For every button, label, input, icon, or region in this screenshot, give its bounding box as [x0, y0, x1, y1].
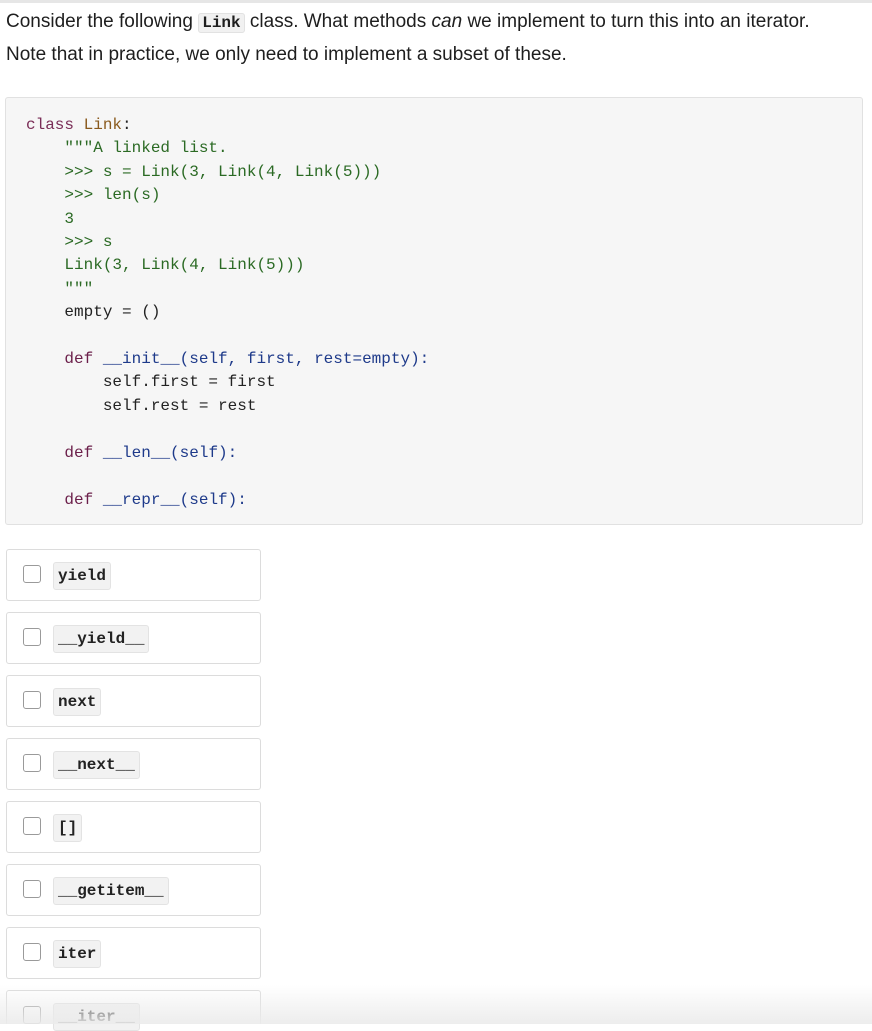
- code-docstring: >>> len(s): [26, 186, 161, 205]
- code-keyword: def: [64, 350, 94, 369]
- class-name-code: Link: [198, 13, 245, 33]
- option-next[interactable]: next: [6, 675, 261, 727]
- question-text-part: class. What methods: [244, 11, 432, 32]
- question-emphasis: can: [431, 11, 463, 32]
- checkbox[interactable]: [23, 1006, 41, 1024]
- option-label: next: [53, 688, 102, 716]
- option-label: yield: [53, 562, 112, 590]
- option-label: __iter__: [53, 1003, 140, 1031]
- option-label: __getitem__: [53, 877, 169, 905]
- option-yield[interactable]: yield: [6, 549, 261, 601]
- code-function: __len__(self):: [102, 443, 238, 462]
- question-text-part: Consider the following: [6, 11, 199, 32]
- code-listing: class Link: """A linked list. >>> s = Li…: [26, 114, 429, 512]
- option-dunder-yield[interactable]: __yield__: [6, 612, 261, 664]
- question-line-2: Note that in practice, we only need to i…: [6, 44, 567, 65]
- question-line-1: Consider the following Link class. What …: [6, 6, 868, 39]
- option-dunder-iter[interactable]: __iter__: [6, 990, 261, 1031]
- option-brackets[interactable]: []: [6, 801, 261, 853]
- checkbox[interactable]: [23, 943, 41, 961]
- code-block: class Link: """A linked list. >>> s = Li…: [5, 97, 863, 525]
- code-keyword: def: [64, 443, 94, 462]
- question-text-part: we implement to turn this into an iterat…: [462, 11, 810, 32]
- code-keyword: def: [64, 490, 94, 509]
- code-line: self.rest = rest: [26, 396, 257, 415]
- code-docstring: >>> s = Link(3, Link(4, Link(5))): [26, 162, 382, 181]
- code-docstring: 3: [26, 209, 75, 228]
- code-line: self.first = first: [26, 373, 276, 392]
- option-label: []: [53, 814, 83, 842]
- option-dunder-getitem[interactable]: __getitem__: [6, 864, 261, 916]
- code-function: __repr__(self):: [102, 490, 247, 509]
- option-label: __next__: [53, 751, 140, 779]
- option-label: iter: [53, 940, 102, 968]
- code-keyword: class: [26, 116, 75, 134]
- code-function: __init__(self, first, rest=empty):: [102, 350, 430, 369]
- option-label: __yield__: [53, 625, 150, 653]
- code-docstring: >>> s: [26, 233, 113, 252]
- code-docstring: """: [26, 279, 94, 298]
- code-line: empty = (): [26, 303, 161, 322]
- checkbox[interactable]: [23, 817, 41, 835]
- option-iter[interactable]: iter: [6, 927, 261, 979]
- code-docstring: """A linked list.: [26, 139, 228, 158]
- checkbox[interactable]: [23, 628, 41, 646]
- question-text: Consider the following Link class. What …: [6, 6, 868, 70]
- code-punct: :: [122, 116, 132, 134]
- code-class-name: Link: [83, 116, 123, 134]
- checkbox[interactable]: [23, 754, 41, 772]
- top-divider: [0, 0, 872, 3]
- option-dunder-next[interactable]: __next__: [6, 738, 261, 790]
- code-docstring: Link(3, Link(4, Link(5))): [26, 256, 305, 275]
- checkbox[interactable]: [23, 691, 41, 709]
- checkbox[interactable]: [23, 880, 41, 898]
- checkbox[interactable]: [23, 565, 41, 583]
